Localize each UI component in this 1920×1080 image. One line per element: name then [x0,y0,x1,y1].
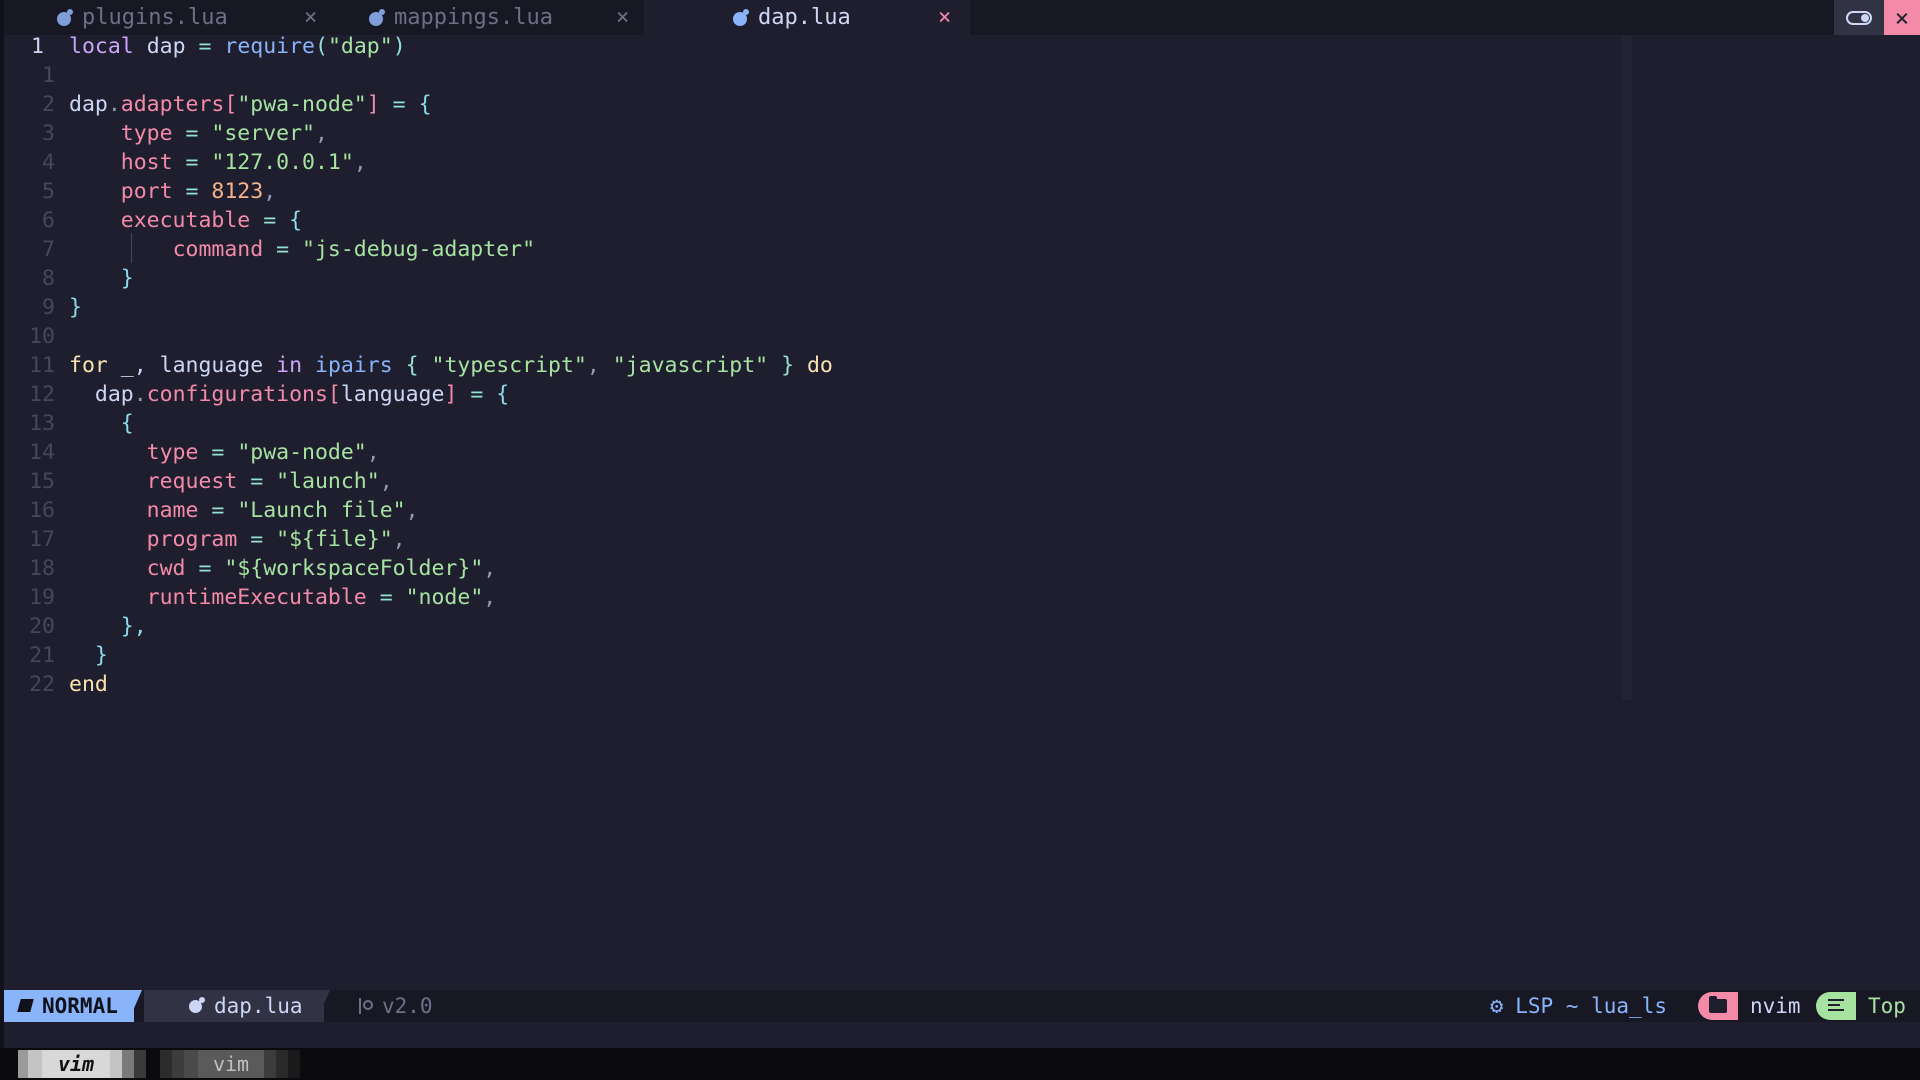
colorcolumn [1622,35,1632,700]
code-line: program = "${file}", [146,527,406,552]
code-line: dap.adapters["pwa-node"] = { [69,92,432,117]
line-number: 4 [42,150,55,175]
code-line: local dap = require("dap") [69,34,406,59]
decoration-block [134,1050,146,1078]
line-number: 6 [42,208,55,233]
line-number: 11 [29,353,55,378]
code-line: } [120,266,134,291]
close-icon[interactable]: × [304,5,317,30]
tab-plugins-lua[interactable]: plugins.lua × [56,0,322,35]
branch-label: v2.0 [382,994,433,1018]
gear-icon: ⚙ [1490,993,1504,1019]
line-number: 8 [42,266,55,291]
line-number: 19 [29,585,55,610]
decoration-block [160,1050,172,1078]
tab-dap-lua[interactable]: dap.lua × [644,0,970,35]
code-line: type = "pwa-node", [146,440,380,465]
close-icon[interactable]: × [938,5,951,30]
decoration-block [110,1050,122,1078]
statusline: NORMAL dap.lua v2.0 ⚙ LSP ~ lua_ls nvim … [4,990,1920,1022]
separator [316,990,330,1022]
code-line: }, [120,614,147,639]
code-line: type = "server", [120,121,328,146]
cursor-position: Top [1868,994,1906,1018]
file-segment: dap.lua [144,990,324,1022]
decoration-block [184,1050,198,1078]
close-icon[interactable]: × [616,5,629,30]
tab-label: mappings.lua [394,5,553,30]
file-name: dap.lua [214,994,303,1018]
toggle-button[interactable] [1834,0,1884,35]
tab-label: plugins.lua [82,5,228,30]
tmux-window-vim-active[interactable]: vim [42,1050,110,1078]
line-number: 16 [29,498,55,523]
code-line: name = "Launch file", [146,498,419,523]
line-number: 9 [42,295,55,320]
line-number: 17 [29,527,55,552]
line-number: 20 [29,614,55,639]
code-line: runtimeExecutable = "node", [146,585,497,610]
window-close-button[interactable]: × [1884,0,1920,35]
lua-file-icon [732,8,750,27]
line-number: 21 [29,643,55,668]
tmux-statusbar: vim vim [0,1048,1920,1080]
decoration-block [18,1050,28,1078]
code-line: dap.configurations[language] = { [94,382,510,407]
vim-icon [18,998,34,1014]
decoration-block [122,1050,134,1078]
git-branch-icon [356,996,373,1016]
line-number: 13 [29,411,55,436]
code-line: command = "js-debug-adapter" [172,237,536,262]
decoration-block [172,1050,184,1078]
lua-file-icon [188,997,206,1015]
project-name: nvim [1750,994,1801,1018]
tab-mappings-lua[interactable]: mappings.lua × [368,0,634,35]
toggle-icon [1846,10,1872,25]
lua-file-icon [368,8,386,27]
mode-label: NORMAL [42,994,118,1018]
line-number: 18 [29,556,55,581]
decoration-block [28,1050,42,1078]
line-number: 12 [29,382,55,407]
line-number: 1 [42,63,55,88]
line-number: 2 [42,92,55,117]
line-number: 14 [29,440,55,465]
mode-indicator: NORMAL [4,990,134,1022]
decoration-block [288,1050,300,1078]
code-line: for _, language in ipairs { "typescript"… [69,353,833,378]
git-branch: v2.0 [356,990,433,1022]
folder-icon [1698,992,1738,1020]
code-line: request = "launch", [146,469,393,494]
decoration-block [276,1050,288,1078]
code-line: port = 8123, [120,179,277,204]
line-number: 10 [29,324,55,349]
line-number: 5 [42,179,55,204]
line-number: 15 [29,469,55,494]
code-line: } [69,295,82,320]
decoration-block [264,1050,276,1078]
line-number: 22 [29,672,55,697]
lua-file-icon [56,8,74,27]
code-line: end [69,672,108,697]
code-line: cwd = "${workspaceFolder}", [146,556,497,581]
tab-label: dap.lua [758,5,851,30]
line-number: 7 [42,237,55,262]
code-line: { [120,411,134,436]
tmux-window-vim[interactable]: vim [198,1050,264,1078]
code-line: executable = { [120,208,303,233]
line-number: 3 [42,121,55,146]
code-line: host = "127.0.0.1", [120,150,367,175]
separator [128,990,142,1022]
position-icon [1816,992,1856,1020]
lsp-label: LSP ~ lua_ls [1515,994,1667,1018]
line-number-current: 1 [31,34,44,59]
tabline: plugins.lua × mappings.lua × dap.lua × × [4,0,1920,35]
code-line: } [94,643,108,668]
lsp-status: ⚙ LSP ~ lua_ls [1490,990,1667,1022]
editor-window: plugins.lua × mappings.lua × dap.lua × ×… [4,0,1920,1048]
